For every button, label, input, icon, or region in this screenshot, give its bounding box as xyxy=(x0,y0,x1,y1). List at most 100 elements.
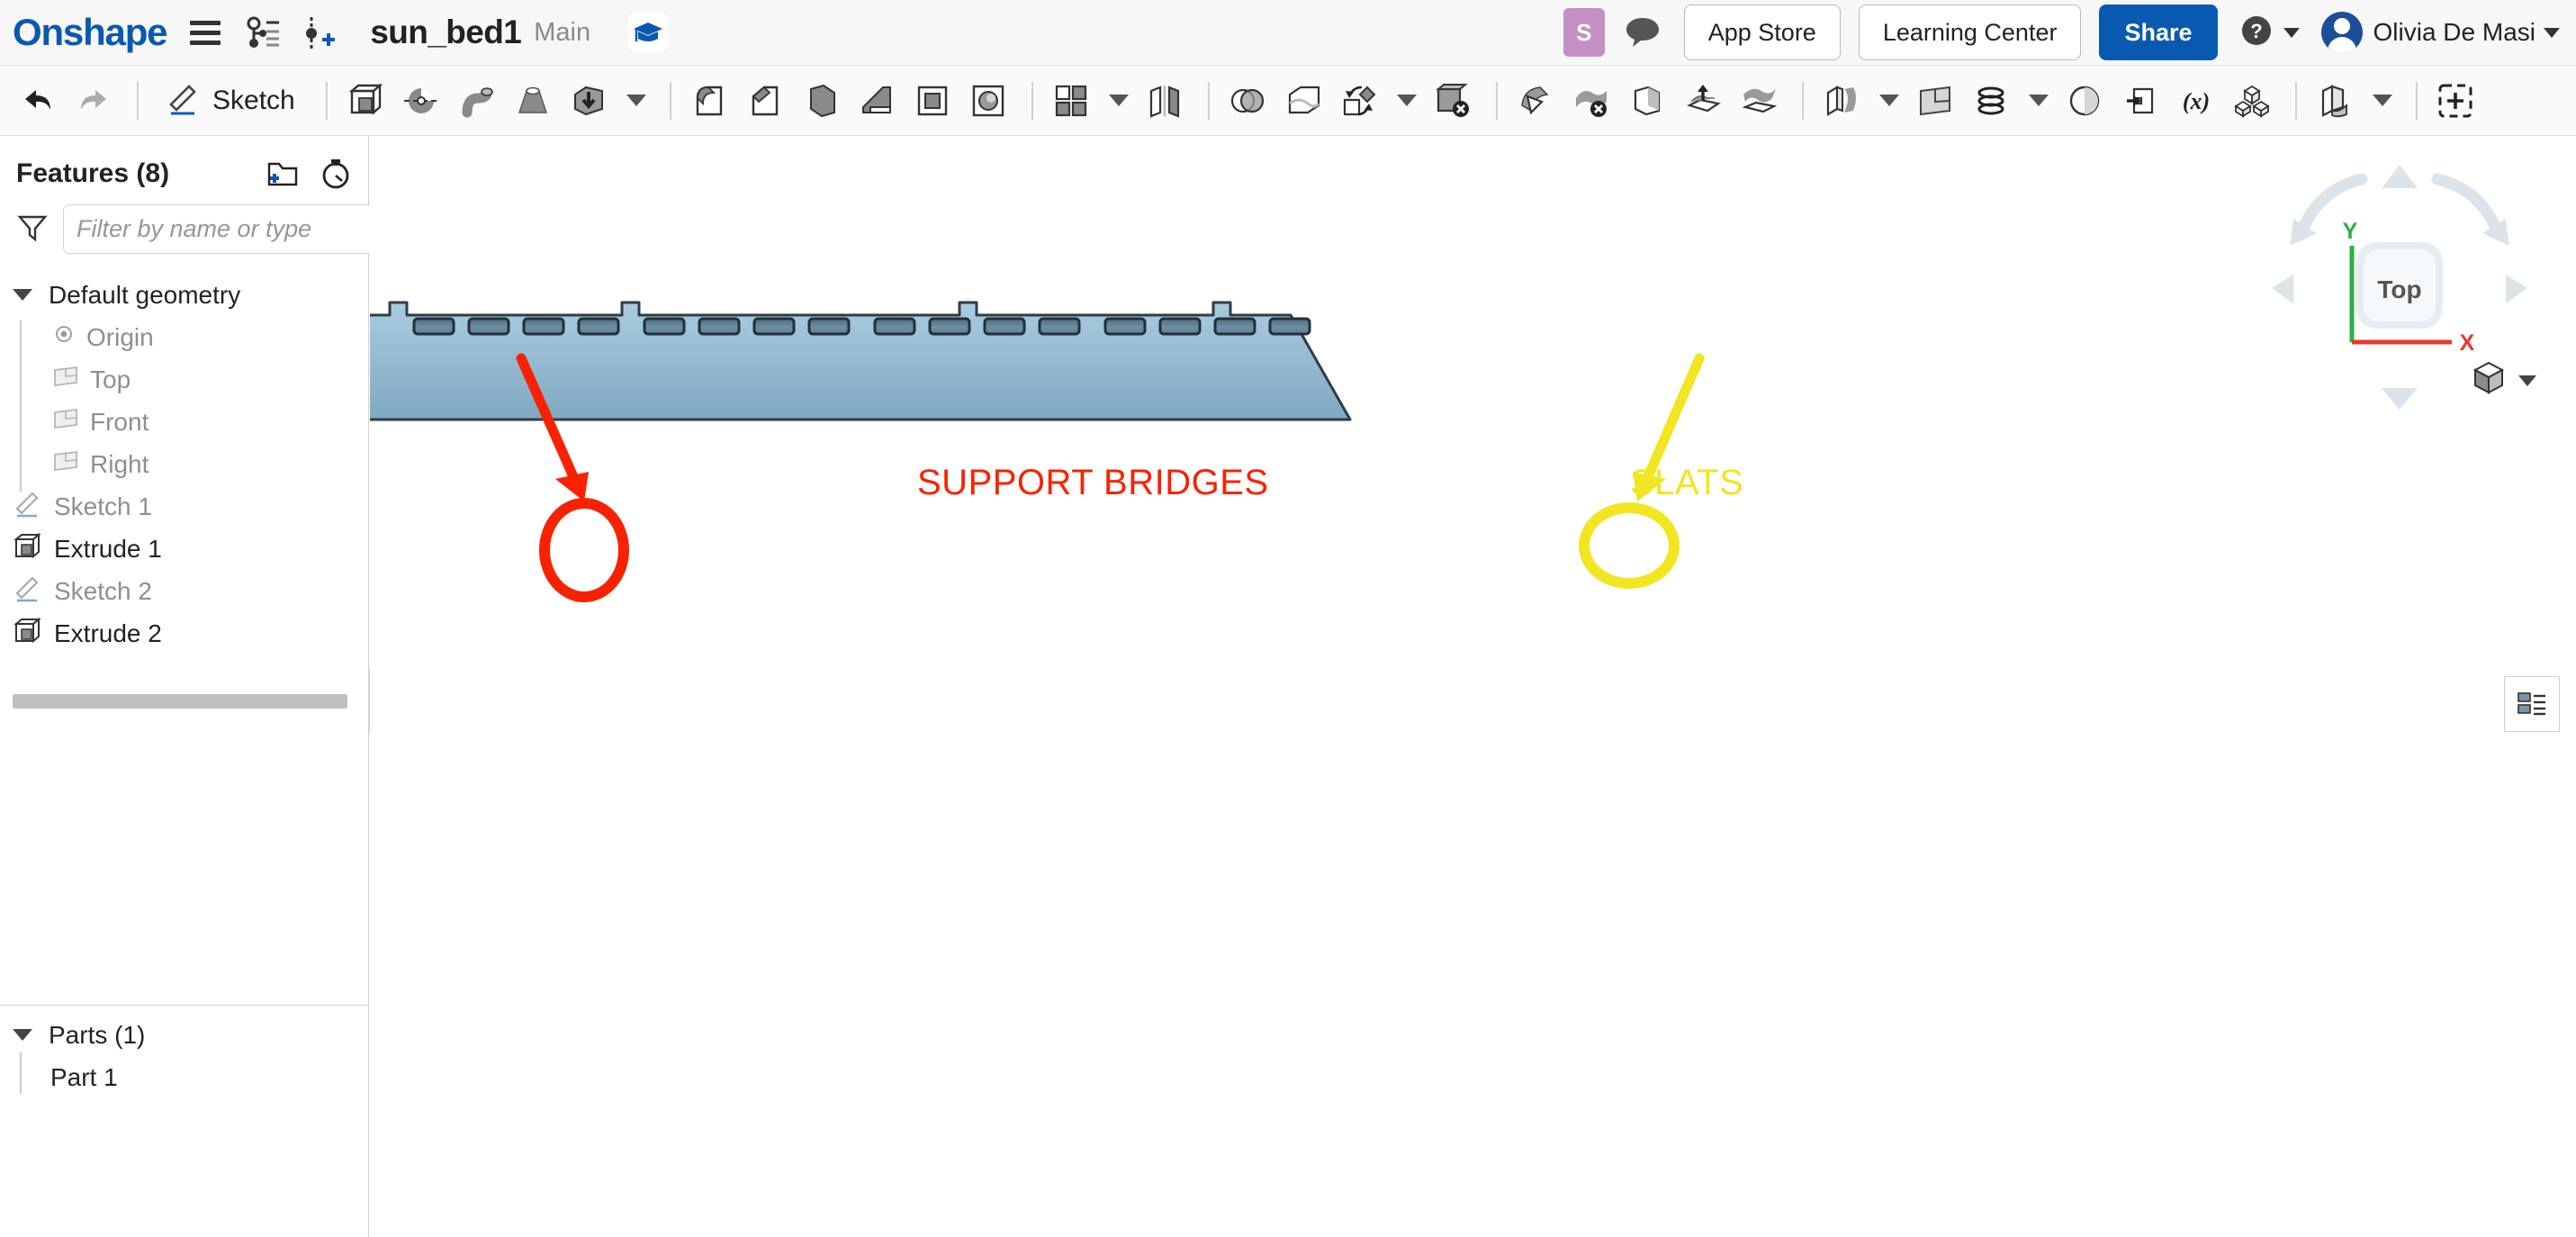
help-menu[interactable]: ? xyxy=(2238,12,2300,54)
rollback-timer-icon[interactable] xyxy=(320,158,352,190)
tree-item-sketch-1[interactable]: Sketch 1 xyxy=(0,485,368,528)
learning-center-button[interactable]: Learning Center xyxy=(1858,5,2082,60)
sweep-icon[interactable] xyxy=(452,74,502,128)
loft-icon[interactable] xyxy=(508,74,558,128)
enclose-icon[interactable] xyxy=(1678,74,1728,128)
fillet-icon[interactable] xyxy=(684,74,734,128)
tree-item-label: Right xyxy=(90,449,149,478)
view-cube-face-label: Top xyxy=(2377,275,2421,303)
hamburger-icon[interactable] xyxy=(186,14,224,51)
plane-icon xyxy=(52,407,79,437)
tree-item-default-geometry[interactable]: Default geometry xyxy=(0,274,368,316)
rib-icon[interactable] xyxy=(796,74,846,128)
delete-part-icon[interactable] xyxy=(1428,74,1478,128)
delete-face-icon[interactable] xyxy=(1566,74,1617,128)
view-arrow-down-icon xyxy=(2382,388,2418,410)
filter-funnel-icon[interactable] xyxy=(16,211,49,248)
draft-icon[interactable] xyxy=(851,74,902,128)
sketch-section-icon[interactable] xyxy=(2059,74,2110,128)
onshape-logo[interactable]: Onshape xyxy=(13,14,168,51)
thicken-icon[interactable] xyxy=(563,74,614,128)
document-branch[interactable]: Main xyxy=(534,18,590,48)
graphics-viewport[interactable]: SUPPORT BRIDGES SLATS Top Y X xyxy=(370,136,2576,1237)
chevron-down-icon[interactable] xyxy=(13,289,32,301)
tree-item-label: Extrude 2 xyxy=(54,618,162,647)
cad-model[interactable] xyxy=(370,136,2576,1237)
top-bar: Onshape sun_bed1 Main S App Store Learni… xyxy=(0,0,2576,66)
split-icon[interactable] xyxy=(1278,74,1329,128)
assembly-panel-icon xyxy=(2517,692,2545,716)
toolbar-separator xyxy=(325,81,328,120)
transform-dropdown-caret[interactable] xyxy=(1390,74,1424,128)
app-store-label: App Store xyxy=(1707,18,1816,46)
tree-guide-line xyxy=(20,1052,22,1094)
learning-center-label: Learning Center xyxy=(1882,18,2058,46)
boolean-icon[interactable] xyxy=(1222,74,1273,128)
share-label: Share xyxy=(2124,18,2193,46)
toolbar-separator xyxy=(2294,81,2297,120)
comment-icon[interactable] xyxy=(1623,11,1662,55)
appearance-icon[interactable] xyxy=(2310,74,2360,128)
helix-icon[interactable] xyxy=(1966,74,2016,128)
toolbar-separator xyxy=(1801,81,1804,120)
replace-face-icon[interactable] xyxy=(1622,74,1672,128)
graduation-cap-icon[interactable] xyxy=(628,13,669,52)
add-version-icon[interactable] xyxy=(302,14,339,51)
tree-item-extrude-2[interactable]: Extrude 2 xyxy=(0,612,368,655)
shell-icon[interactable] xyxy=(907,74,958,128)
document-title[interactable]: sun_bed1 xyxy=(370,14,522,51)
svg-text:?: ? xyxy=(2250,20,2262,42)
display-style-control[interactable] xyxy=(2470,359,2536,402)
app-store-button[interactable]: App Store xyxy=(1683,5,1841,60)
filter-input[interactable] xyxy=(63,204,409,254)
variable-icon[interactable]: (x) xyxy=(2171,74,2221,128)
thicken-dropdown-caret[interactable] xyxy=(619,74,653,128)
feature-toolbar: Sketch (x) xyxy=(0,66,2576,136)
tree-item-front-plane[interactable]: Front xyxy=(0,401,368,443)
revolve-icon[interactable] xyxy=(396,74,446,128)
undo-icon[interactable] xyxy=(13,74,63,128)
chevron-down-icon xyxy=(2283,27,2300,38)
sketch-button[interactable]: Sketch xyxy=(151,74,308,128)
version-graph-icon[interactable] xyxy=(244,14,282,51)
chamfer-icon[interactable] xyxy=(740,74,790,128)
display-style-cube-icon[interactable] xyxy=(2470,359,2508,402)
offset-surface-icon[interactable] xyxy=(1734,74,1784,128)
plane-icon[interactable] xyxy=(1910,74,1960,128)
pattern-dropdown-caret[interactable] xyxy=(1102,74,1136,128)
feature-tree-scrollbar[interactable] xyxy=(13,694,347,709)
tree-item-origin[interactable]: Origin xyxy=(0,316,368,358)
surface-dropdown-caret[interactable] xyxy=(1872,74,1906,128)
tree-item-extrude-1[interactable]: Extrude 1 xyxy=(0,528,368,570)
move-face-icon[interactable] xyxy=(1510,74,1561,128)
part-studio-icon[interactable] xyxy=(2227,74,2277,128)
parts-header[interactable]: Parts (1) xyxy=(0,1014,369,1056)
import-derived-icon[interactable] xyxy=(2115,74,2166,128)
help-question-icon: ? xyxy=(2238,12,2275,54)
assembly-panel-button[interactable] xyxy=(2504,676,2560,732)
hole-icon[interactable] xyxy=(963,74,1013,128)
add-custom-feature-icon[interactable] xyxy=(2430,74,2481,128)
redo-icon[interactable] xyxy=(68,74,119,128)
extrude-icon[interactable] xyxy=(340,74,391,128)
helix-dropdown-caret[interactable] xyxy=(2022,74,2056,128)
appearance-dropdown-caret[interactable] xyxy=(2365,74,2400,128)
tree-item-sketch-2[interactable]: Sketch 2 xyxy=(0,570,368,612)
user-menu[interactable]: Olivia De Masi xyxy=(2320,12,2560,53)
parts-item-part-1[interactable]: Part 1 xyxy=(0,1056,369,1098)
tree-guide-line xyxy=(20,321,22,492)
status-badge[interactable]: S xyxy=(1563,8,1605,57)
tree-item-right-plane[interactable]: Right xyxy=(0,443,368,485)
chevron-down-icon[interactable] xyxy=(2518,375,2536,386)
chevron-down-icon[interactable] xyxy=(13,1029,32,1041)
extrude-surface-icon[interactable] xyxy=(1816,74,1867,128)
tree-item-top-plane[interactable]: Top xyxy=(0,358,368,401)
share-button[interactable]: Share xyxy=(2099,5,2218,60)
sketch-pencil-icon xyxy=(13,489,43,524)
toolbar-separator xyxy=(2415,81,2418,120)
mirror-icon[interactable] xyxy=(1139,74,1190,128)
features-title: Features (8) xyxy=(16,158,170,188)
linear-pattern-icon[interactable] xyxy=(1046,74,1096,128)
transform-icon[interactable] xyxy=(1334,74,1384,128)
new-folder-icon[interactable] xyxy=(266,158,300,190)
